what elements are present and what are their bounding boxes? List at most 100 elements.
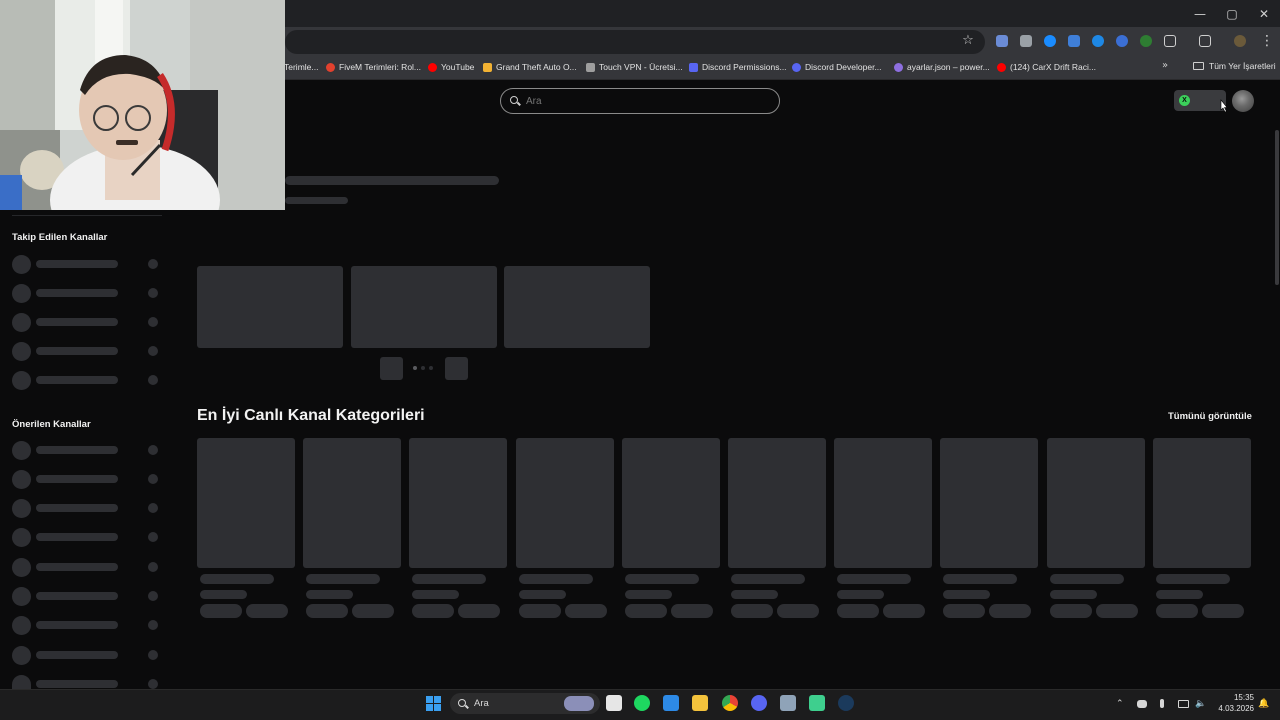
bookmark-item[interactable]: FiveM Terimleri: Rol... xyxy=(326,61,421,73)
channel-viewer-skeleton xyxy=(148,503,158,513)
browser-menu-icon[interactable]: ⋮ xyxy=(1260,33,1274,49)
user-avatar[interactable] xyxy=(1232,90,1254,112)
carousel-dot[interactable] xyxy=(421,366,425,370)
channel-avatar-skeleton xyxy=(12,616,31,635)
discord-tray-icon[interactable] xyxy=(1137,700,1147,708)
channel-name-skeleton xyxy=(36,289,118,297)
microphone-icon[interactable] xyxy=(1160,699,1164,708)
tray-overflow-icon[interactable]: ⌃ xyxy=(1116,699,1124,709)
category-card-skeleton[interactable] xyxy=(1046,438,1145,568)
category-tag-skeleton xyxy=(200,604,242,618)
category-title-skeleton xyxy=(837,574,912,584)
category-title-skeleton xyxy=(731,574,805,584)
bookmark-item[interactable]: Discord Developer... xyxy=(792,61,882,73)
translate-extension-icon[interactable] xyxy=(996,35,1008,47)
windows-start-icon[interactable] xyxy=(426,696,441,711)
channel-viewer-skeleton xyxy=(148,445,158,455)
bookmark-item[interactable]: Discord Permissions... xyxy=(689,61,787,73)
category-tag-skeleton xyxy=(458,604,501,618)
extension-icon[interactable] xyxy=(1140,35,1152,47)
channel-viewer-skeleton xyxy=(148,317,158,327)
clock-date: 4.03.2026 xyxy=(1218,704,1254,713)
channel-name-skeleton xyxy=(36,318,118,326)
channel-name-skeleton xyxy=(36,260,118,268)
reading-list-icon[interactable] xyxy=(1199,35,1211,47)
search-box[interactable] xyxy=(500,88,780,114)
search-input[interactable] xyxy=(526,95,756,107)
extension-icon[interactable] xyxy=(1092,35,1104,47)
channel-viewer-skeleton xyxy=(148,288,158,298)
category-card-skeleton[interactable] xyxy=(834,438,933,568)
youtube-favicon-icon xyxy=(428,62,437,72)
all-bookmarks-folder[interactable]: Tüm Yer İşaretleri xyxy=(1193,61,1276,71)
extension-icon[interactable] xyxy=(1116,35,1128,47)
category-card-skeleton[interactable] xyxy=(409,438,508,568)
category-tag-skeleton xyxy=(1155,604,1198,618)
category-viewers-skeleton xyxy=(518,590,566,599)
profile-icon[interactable] xyxy=(1234,35,1246,47)
category-card-skeleton[interactable] xyxy=(940,438,1039,568)
view-all-link[interactable]: Tümünü görüntüle xyxy=(1168,411,1252,422)
category-title-skeleton xyxy=(624,574,699,584)
extension-icon[interactable] xyxy=(1044,35,1056,47)
channel-viewer-skeleton xyxy=(148,562,158,572)
category-viewers-skeleton xyxy=(943,590,991,599)
notification-icon[interactable]: 🔔 xyxy=(1258,699,1269,709)
channel-viewer-skeleton xyxy=(148,259,158,269)
app-icon[interactable] xyxy=(780,695,796,711)
carousel-next-button[interactable] xyxy=(445,357,468,380)
channel-avatar-skeleton xyxy=(12,255,31,274)
task-view-icon[interactable] xyxy=(606,695,622,711)
carousel-dot[interactable] xyxy=(413,366,417,370)
taskbar-search[interactable]: Ara xyxy=(450,693,600,714)
carousel-dot[interactable] xyxy=(429,366,433,370)
carousel-card-skeleton[interactable] xyxy=(351,266,497,348)
channel-name-skeleton xyxy=(36,563,118,571)
chrome-icon[interactable] xyxy=(722,695,738,711)
file-explorer-icon[interactable] xyxy=(692,695,708,711)
extensions-puzzle-icon[interactable] xyxy=(1164,35,1176,47)
speaker-icon[interactable]: 🔈 xyxy=(1195,699,1206,709)
bookmark-item[interactable]: Grand Theft Auto O... xyxy=(483,61,577,73)
channel-avatar-skeleton xyxy=(12,371,31,390)
minimize-button[interactable]: — xyxy=(1184,0,1216,27)
bookmarks-overflow-icon[interactable]: » xyxy=(1162,60,1168,71)
category-card-skeleton[interactable] xyxy=(303,438,402,568)
discord-icon[interactable] xyxy=(751,695,767,711)
spotify-icon[interactable] xyxy=(634,695,650,711)
category-tag-skeleton xyxy=(1095,604,1138,618)
extension-icon[interactable] xyxy=(1020,35,1032,47)
carousel-prev-button[interactable] xyxy=(380,357,403,380)
category-viewers-skeleton xyxy=(306,590,354,599)
app-icon[interactable] xyxy=(809,695,825,711)
xbox-login-button[interactable]: X xyxy=(1174,90,1226,111)
steam-icon[interactable] xyxy=(838,695,854,711)
bookmark-star-icon[interactable]: ☆ xyxy=(961,34,975,48)
category-title-skeleton xyxy=(518,574,593,584)
carousel-card-skeleton[interactable] xyxy=(504,266,650,348)
bookmark-item[interactable]: (124) CarX Drift Raci... xyxy=(997,61,1096,73)
address-bar[interactable] xyxy=(285,30,985,54)
category-card-skeleton[interactable] xyxy=(515,438,614,568)
category-card-skeleton[interactable] xyxy=(197,438,295,568)
category-tag-skeleton xyxy=(670,604,713,618)
bookmark-item[interactable]: ayarlar.json – power... xyxy=(894,61,990,73)
category-card-skeleton[interactable] xyxy=(1152,438,1251,568)
mouse-cursor-icon xyxy=(1220,99,1228,113)
channel-viewer-skeleton xyxy=(148,620,158,630)
carousel-card-skeleton[interactable] xyxy=(197,266,343,348)
category-card-skeleton[interactable] xyxy=(621,438,720,568)
network-icon[interactable] xyxy=(1178,700,1189,708)
bookmark-item[interactable]: Touch VPN - Ücretsi... xyxy=(586,61,683,73)
search-icon xyxy=(510,96,521,106)
category-card-skeleton[interactable] xyxy=(728,438,826,568)
close-button[interactable]: ✕ xyxy=(1248,0,1280,27)
bookmark-item[interactable]: YouTube xyxy=(428,61,474,73)
maximize-button[interactable]: ▢ xyxy=(1216,0,1248,27)
page-scrollbar[interactable] xyxy=(1275,130,1279,285)
extension-icon[interactable] xyxy=(1068,35,1080,47)
channel-viewer-skeleton xyxy=(148,679,158,689)
clock[interactable]: 15:35 4.03.2026 xyxy=(1214,692,1254,714)
bookmark-item[interactable]: Terimle... xyxy=(284,61,318,73)
vscode-icon[interactable] xyxy=(663,695,679,711)
